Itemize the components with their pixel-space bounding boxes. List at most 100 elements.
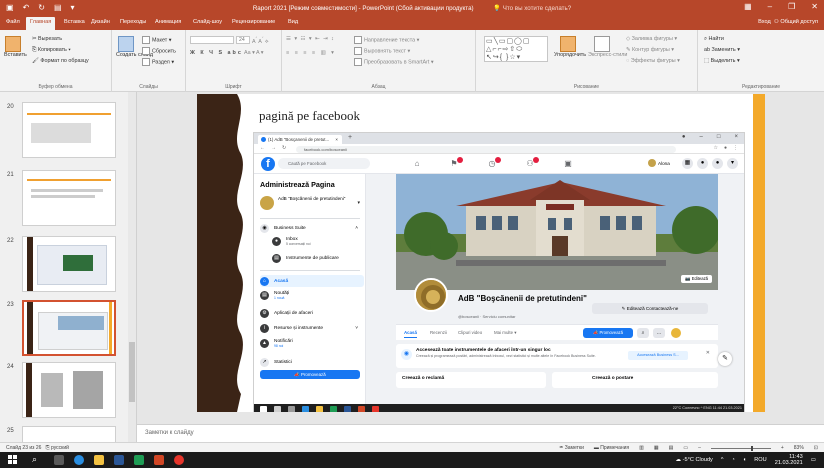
tray-chevron-icon[interactable]: ^ bbox=[721, 457, 724, 463]
taskbar-edge-icon[interactable] bbox=[74, 455, 84, 465]
font-color-buttons[interactable]: Aa ▾ A ▾ bbox=[244, 50, 264, 56]
tab-view[interactable]: Вид bbox=[288, 19, 298, 25]
notes-pane[interactable]: Заметки к слайду bbox=[137, 424, 824, 442]
tab-home[interactable]: Главная bbox=[26, 17, 56, 30]
layout-button[interactable]: Макет ▾ bbox=[142, 36, 171, 44]
notes-placeholder[interactable]: Заметки к слайду bbox=[145, 430, 194, 436]
scrollbar-thumb[interactable] bbox=[129, 342, 135, 402]
current-slide[interactable]: pagină pe facebook (1) AdB "Bosçanenii d… bbox=[197, 94, 765, 412]
tab-slideshow[interactable]: Слайд-шоу bbox=[193, 19, 222, 25]
font-style-buttons[interactable]: Ж К Ч S abc bbox=[190, 50, 243, 56]
fb-groups-icon: ⚇ bbox=[525, 157, 539, 169]
minimize-icon[interactable]: – bbox=[768, 2, 772, 11]
fb-user-avatar bbox=[648, 159, 656, 167]
taskbar-powerpoint-icon[interactable] bbox=[154, 455, 164, 465]
slide-thumbnail-23[interactable] bbox=[22, 300, 116, 356]
paste-button[interactable]: Вставить bbox=[4, 36, 27, 58]
thumbnails-scrollbar[interactable] bbox=[128, 92, 136, 442]
align-buttons[interactable]: ≡ ≡ ≡ ≡ ▥ ▾ bbox=[286, 50, 336, 56]
tab-file[interactable]: Файл bbox=[6, 19, 20, 25]
volume-icon[interactable]: ◖ bbox=[743, 457, 746, 463]
shape-outline-button[interactable]: ✎ Контур фигуры ▾ bbox=[626, 47, 674, 53]
align-text-button[interactable]: Выровнять текст ▾ bbox=[354, 47, 410, 55]
taskbar-excel-icon[interactable] bbox=[134, 455, 144, 465]
facebook-screenshot[interactable]: (1) AdB "Bosçanenii de pretut... × + ● –… bbox=[253, 132, 745, 412]
spellcheck-icon[interactable]: ⎘ bbox=[46, 445, 50, 451]
status-right: ≐ Заметки ▬ Примечания ▥ ▦ ▤ ▭ – + 83% ⊡ bbox=[559, 445, 818, 451]
slideshow-view-icon[interactable]: ▭ bbox=[683, 445, 688, 451]
tab-animations[interactable]: Анимация bbox=[155, 19, 181, 25]
section-button[interactable]: Раздел ▾ bbox=[142, 58, 174, 66]
slide-sorter-icon[interactable]: ▦ bbox=[654, 445, 659, 451]
embedded-chrome-icon bbox=[372, 406, 379, 412]
tab-insert[interactable]: Вставка bbox=[64, 19, 85, 25]
share-button[interactable]: Общий доступ bbox=[780, 19, 818, 25]
new-slide-button[interactable]: Создать слайд bbox=[116, 36, 153, 58]
text-direction-button[interactable]: Направление текста ▾ bbox=[354, 36, 419, 44]
ribbon-display-icon[interactable]: ▦ bbox=[744, 2, 752, 11]
font-name-select[interactable] bbox=[190, 36, 234, 44]
windows-start-icon[interactable] bbox=[8, 455, 18, 465]
arrange-button[interactable]: Упорядочить bbox=[554, 36, 586, 58]
slide-thumbnail-25[interactable] bbox=[22, 426, 116, 442]
zoom-in-icon[interactable]: + bbox=[781, 445, 784, 451]
find-button[interactable]: ⌕ Найти bbox=[704, 36, 724, 43]
notifications-icon[interactable]: ▭ bbox=[811, 457, 816, 463]
tab-transitions[interactable]: Переходы bbox=[120, 19, 146, 25]
fb-publishing-tools-item: ▤ Instrumente de publicare bbox=[272, 254, 376, 263]
bell-icon: ▲ bbox=[260, 339, 269, 348]
slide-thumbnail-20[interactable] bbox=[22, 102, 116, 158]
zoom-slider[interactable] bbox=[710, 445, 771, 451]
select-button[interactable]: ⬚ Выделить ▾ bbox=[704, 58, 740, 64]
zoom-out-icon[interactable]: – bbox=[698, 445, 701, 451]
weather-widget[interactable]: ☁ -5°C Cloudy bbox=[675, 457, 712, 463]
keyboard-language[interactable]: ROU bbox=[754, 457, 766, 463]
fb-page-avatar bbox=[260, 196, 274, 210]
fb-notifications-sub: 98 noi bbox=[274, 344, 284, 348]
normal-view-icon[interactable]: ▥ bbox=[639, 445, 644, 451]
slide-title[interactable]: pagină pe facebook bbox=[259, 108, 360, 124]
grow-shrink-font-buttons[interactable]: Aˆ Aˇ ⟡ bbox=[252, 36, 268, 46]
align-text-label: Выровнять текст bbox=[364, 48, 406, 55]
fit-slide-icon[interactable]: ⊡ bbox=[814, 445, 818, 451]
clock[interactable]: 11:43 21.03.2021 bbox=[775, 454, 803, 466]
taskbar-taskview-icon[interactable] bbox=[54, 455, 64, 465]
shapes-gallery[interactable]: ▭╲▭▢◯▢ △⌐⌐⇨⇧⬭ ↖↪{ }☆▾ bbox=[484, 36, 548, 62]
notes-toggle[interactable]: ≐ Заметки bbox=[559, 445, 584, 451]
taskbar-explorer-icon[interactable] bbox=[94, 455, 104, 465]
reset-button[interactable]: Сбросить bbox=[142, 47, 176, 55]
smartart-button[interactable]: Преобразовать в SmartArt ▾ bbox=[354, 58, 434, 66]
facebook-search-field: Caută pe Facebook bbox=[278, 158, 370, 169]
language-indicator[interactable]: русский bbox=[51, 445, 69, 451]
zoom-slider-thumb[interactable] bbox=[750, 445, 753, 451]
list-buttons[interactable]: ☰ ▾ ☷ ▾ ⇤ ⇥ ↕ bbox=[286, 36, 335, 42]
network-icon[interactable]: ◔ bbox=[731, 457, 734, 463]
maximize-icon[interactable]: ❐ bbox=[788, 2, 795, 11]
windows-taskbar: ⌕ ☁ -5°C Cloudy ^ ◔ ◖ ROU 11:43 21.03.20… bbox=[0, 452, 824, 468]
replace-button[interactable]: ab Заменить ▾ bbox=[704, 47, 740, 53]
tab-review[interactable]: Рецензирование bbox=[232, 19, 275, 25]
shape-fill-button[interactable]: ◇ Заливка фигуры ▾ bbox=[626, 36, 677, 42]
taskbar-chrome-icon[interactable] bbox=[174, 455, 184, 465]
taskbar-word-icon[interactable] bbox=[114, 455, 124, 465]
slide-thumbnail-21[interactable] bbox=[22, 170, 116, 226]
fb-card2-side: Creează o postare bbox=[592, 376, 634, 381]
font-size-select[interactable]: 24 bbox=[236, 36, 250, 44]
slide-thumbnail-24[interactable] bbox=[22, 362, 116, 418]
facebook-favicon bbox=[261, 137, 266, 142]
fb-edit-contact-button: ✎ Editează Contactează-ne bbox=[592, 303, 708, 314]
quick-styles-button[interactable]: Экспресс-стили bbox=[588, 36, 627, 58]
cut-button[interactable]: ✂ Вырезать bbox=[32, 36, 62, 42]
tab-design[interactable]: Дизайн bbox=[91, 19, 110, 25]
zoom-level[interactable]: 83% bbox=[794, 445, 804, 451]
reading-view-icon[interactable]: ▤ bbox=[669, 445, 674, 451]
taskbar-search-icon[interactable]: ⌕ bbox=[32, 454, 37, 465]
close-icon[interactable]: ✕ bbox=[811, 2, 818, 11]
slide-thumbnail-22[interactable] bbox=[22, 236, 116, 292]
format-painter-button[interactable]: 🖌 Формат по образцу bbox=[32, 58, 89, 64]
signin-link[interactable]: Вход bbox=[758, 19, 771, 25]
comments-toggle[interactable]: ▬ Примечания bbox=[594, 445, 629, 451]
tell-me-box[interactable]: 💡 Что вы хотите сделать? bbox=[493, 5, 571, 12]
shape-effects-button[interactable]: ◌ Эффекты фигуры ▾ bbox=[626, 58, 680, 64]
copy-button[interactable]: ⎘ Копировать ▾ bbox=[32, 47, 71, 54]
